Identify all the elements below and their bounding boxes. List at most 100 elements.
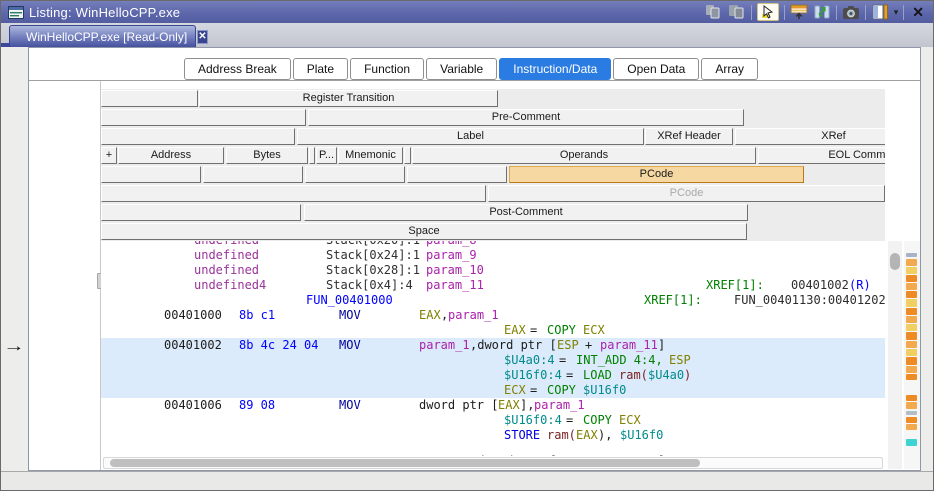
- field-button-pcode[interactable]: PCode: [488, 185, 885, 202]
- field-button-space[interactable]: Space: [101, 223, 747, 240]
- listing-view[interactable]: undefinedStack[0x20]:1param_8undefinedSt…: [101, 241, 885, 456]
- overview-marker[interactable]: [906, 275, 917, 282]
- field-button-empty[interactable]: [101, 204, 301, 221]
- overview-marker[interactable]: [906, 324, 917, 331]
- field-button-bytes[interactable]: Bytes: [226, 147, 308, 164]
- listing-row[interactable]: 004010008b c1MOVEAX,param_1: [101, 308, 885, 323]
- tab-address-break[interactable]: Address Break: [184, 58, 291, 80]
- overview-marker[interactable]: [906, 253, 917, 257]
- listing-row[interactable]: undefinedStack[0x28]:1param_10: [101, 263, 885, 278]
- overview-marker[interactable]: [906, 341, 917, 348]
- overview-marker[interactable]: [906, 299, 917, 307]
- listing-segment: Stack[0x4]:4: [326, 278, 413, 293]
- field-button-p[interactable]: P...: [316, 147, 337, 164]
- overview-marker-strip[interactable]: [904, 241, 920, 469]
- listing-window: Listing: WinHelloCPP.exe: [0, 0, 934, 491]
- listing-row[interactable]: 004010028b 4c 24 04MOVparam_1,dword ptr …: [101, 338, 885, 353]
- overview-marker[interactable]: [906, 411, 917, 415]
- listing-row[interactable]: $U16f0:4=LOADram($U4a0): [101, 368, 885, 383]
- listing-row[interactable]: undefinedStack[0x20]:1param_8: [101, 241, 885, 248]
- tab-variable[interactable]: Variable: [426, 58, 497, 80]
- field-button-[interactable]: +: [101, 147, 117, 164]
- field-button-empty[interactable]: [101, 128, 295, 145]
- diff-view-icon[interactable]: [813, 4, 831, 21]
- listing-segment: Stack[0x24]:1: [326, 248, 420, 263]
- field-button-mnemonic[interactable]: Mnemonic: [338, 147, 403, 164]
- field-button-eol-comment[interactable]: EOL Comment: [758, 147, 885, 164]
- field-button-pre-comment[interactable]: Pre-Comment: [308, 109, 744, 126]
- listing-display-icon[interactable]: [871, 4, 889, 21]
- tab-function[interactable]: Function: [350, 58, 424, 80]
- document-tab-active[interactable]: WinHelloCPP.exe [Read-Only] ✕: [9, 25, 196, 47]
- tab-instruction-data[interactable]: Instruction/Data: [499, 58, 611, 80]
- toggle-header-icon[interactable]: [790, 4, 808, 21]
- listing-row[interactable]: 0040100689 08MOVdword ptr [EAX],param_1: [101, 398, 885, 413]
- overview-marker[interactable]: [906, 332, 917, 340]
- overview-marker[interactable]: [906, 417, 917, 423]
- listing-segment: dword ptr [: [419, 398, 498, 413]
- listing-row[interactable]: EAX=COPYECX: [101, 323, 885, 338]
- snapshot-icon[interactable]: [842, 4, 860, 21]
- tab-plate[interactable]: Plate: [293, 58, 348, 80]
- paste-icon[interactable]: [728, 4, 746, 21]
- field-button-xref[interactable]: XRef: [735, 128, 885, 145]
- overview-marker[interactable]: [906, 291, 917, 298]
- listing-row[interactable]: $U16f0:4=COPYECX: [101, 413, 885, 428]
- horizontal-scrollbar[interactable]: [103, 457, 883, 469]
- overview-marker[interactable]: [906, 316, 917, 323]
- overview-marker[interactable]: [906, 357, 917, 365]
- field-button-label[interactable]: Label: [297, 128, 644, 145]
- field-button-empty[interactable]: [309, 147, 315, 164]
- field-button-operands[interactable]: Operands: [412, 147, 756, 164]
- field-button-empty[interactable]: [101, 166, 201, 183]
- field-button-empty[interactable]: [101, 185, 486, 202]
- overview-marker[interactable]: [906, 374, 917, 380]
- overview-marker[interactable]: [906, 395, 917, 401]
- overview-marker[interactable]: [906, 424, 917, 430]
- field-button-xref-header[interactable]: XRef Header: [645, 128, 733, 145]
- overview-marker[interactable]: [906, 402, 917, 409]
- field-tabs: Address BreakPlateFunctionVariableInstru…: [184, 58, 758, 80]
- overview-marker[interactable]: [906, 439, 917, 446]
- cursor-location-button[interactable]: [757, 3, 779, 21]
- listing-segment: COPY: [547, 323, 576, 338]
- field-button-empty[interactable]: [404, 147, 411, 164]
- overview-marker[interactable]: [906, 259, 917, 266]
- listing-row[interactable]: ECX=COPY$U16f0: [101, 383, 885, 398]
- field-button-empty[interactable]: [203, 166, 303, 183]
- listing-row[interactable]: STOREram(EAX),$U16f0: [101, 428, 885, 443]
- overview-marker[interactable]: [906, 366, 917, 373]
- overview-marker[interactable]: [906, 283, 917, 290]
- copy-icon[interactable]: [705, 4, 723, 21]
- listing-segment: undefined: [194, 263, 259, 278]
- title-bar[interactable]: Listing: WinHelloCPP.exe: [1, 1, 933, 23]
- listing-row[interactable]: 0040100889 4c 24 04MOVparam_1,dword ptr …: [101, 454, 885, 456]
- listing-segment: param_1: [448, 308, 499, 323]
- vertical-scrollbar-thumb[interactable]: [890, 253, 900, 270]
- field-button-post-comment[interactable]: Post-Comment: [304, 204, 748, 221]
- field-button-empty[interactable]: [305, 166, 405, 183]
- close-icon[interactable]: ✕: [909, 4, 927, 20]
- vertical-scrollbar[interactable]: [888, 241, 902, 469]
- field-button-empty[interactable]: [101, 90, 198, 107]
- field-button-pcode[interactable]: PCode: [509, 166, 804, 183]
- dropdown-caret-icon[interactable]: ▾: [894, 7, 899, 18]
- listing-row[interactable]: FUN_00401000XREF[1]:FUN_00401130:0040120…: [101, 293, 885, 308]
- listing-segment: 89 08: [239, 398, 275, 413]
- listing-row[interactable]: undefined4Stack[0x4]:4param_11XREF[1]:00…: [101, 278, 885, 293]
- listing-row[interactable]: $U4a0:4=INT_ADD 4:4,ESP: [101, 353, 885, 368]
- overview-marker[interactable]: [906, 308, 917, 315]
- toolbar-separator: [865, 5, 866, 20]
- overview-marker[interactable]: [906, 267, 917, 274]
- field-button-address[interactable]: Address: [118, 147, 224, 164]
- horizontal-scrollbar-thumb[interactable]: [110, 459, 700, 467]
- field-button-register-transition[interactable]: Register Transition: [199, 90, 498, 107]
- listing-row[interactable]: undefinedStack[0x24]:1param_9: [101, 248, 885, 263]
- tab-array[interactable]: Array: [701, 58, 758, 80]
- tab-open-data[interactable]: Open Data: [613, 58, 699, 80]
- listing-window-icon: [8, 6, 24, 19]
- overview-marker[interactable]: [906, 349, 917, 356]
- field-button-empty[interactable]: [101, 109, 306, 126]
- field-button-empty[interactable]: [407, 166, 507, 183]
- tab-close-icon[interactable]: ✕: [197, 30, 207, 44]
